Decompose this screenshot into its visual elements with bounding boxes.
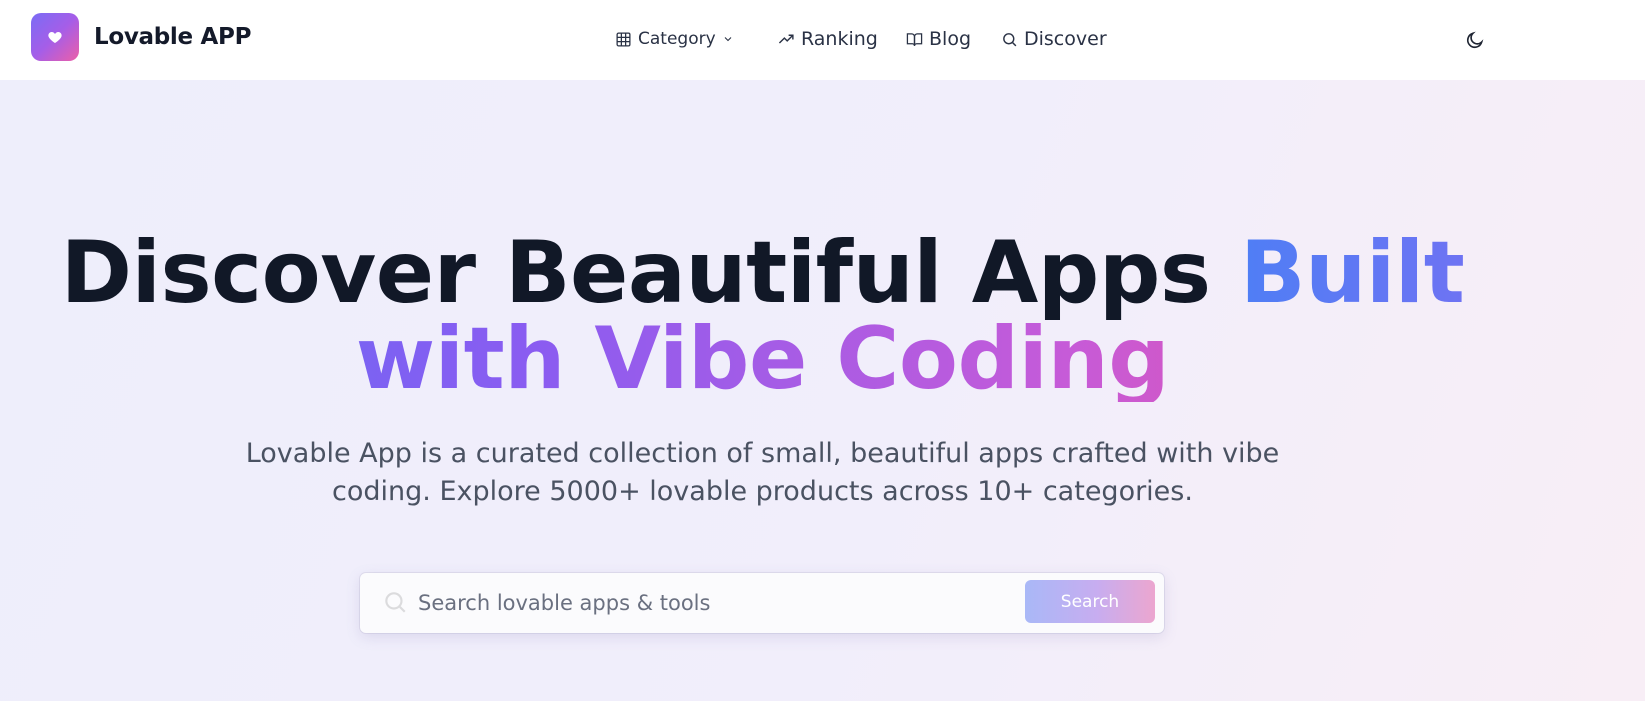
main-nav: Category Ranking Blog Discover xyxy=(0,24,1645,54)
grid-icon xyxy=(616,31,631,47)
nav-blog-link[interactable]: Blog xyxy=(906,24,971,54)
theme-toggle-button[interactable] xyxy=(1460,25,1490,55)
book-open-icon xyxy=(906,32,923,46)
search-icon xyxy=(385,592,406,613)
hero-headline: Discover Beautiful Apps Built with Vibe … xyxy=(0,230,1525,402)
search-button[interactable]: Search xyxy=(1025,580,1155,623)
search-input[interactable] xyxy=(418,583,978,623)
trending-up-icon xyxy=(778,34,794,44)
nav-category-label: Category xyxy=(638,29,716,49)
nav-blog-label: Blog xyxy=(929,28,971,50)
hero-subtitle: Lovable App is a curated collection of s… xyxy=(0,435,1525,511)
nav-ranking-link[interactable]: Ranking xyxy=(778,24,878,54)
subtitle-line-2: coding. Explore 5000+ lovable products a… xyxy=(332,476,1193,507)
nav-discover-link[interactable]: Discover xyxy=(1001,24,1107,54)
search-icon xyxy=(1003,32,1017,46)
headline-accent-text: Built xyxy=(1240,223,1465,323)
top-navigation-bar: Lovable APP Category Ranking Blog Discov… xyxy=(0,0,1645,80)
headline-line-2: with Vibe Coding xyxy=(0,316,1525,402)
headline-dark-text: Discover Beautiful Apps xyxy=(60,223,1241,323)
nav-category-dropdown[interactable]: Category xyxy=(615,24,734,54)
nav-ranking-label: Ranking xyxy=(801,28,878,50)
search-bar: Search xyxy=(360,573,1164,633)
chevron-down-icon xyxy=(722,30,734,49)
moon-icon xyxy=(1466,31,1484,49)
nav-discover-label: Discover xyxy=(1024,28,1107,50)
hero-section: Discover Beautiful Apps Built with Vibe … xyxy=(0,80,1645,701)
headline-line-1: Discover Beautiful Apps Built xyxy=(0,230,1525,316)
subtitle-line-1: Lovable App is a curated collection of s… xyxy=(245,438,1280,469)
